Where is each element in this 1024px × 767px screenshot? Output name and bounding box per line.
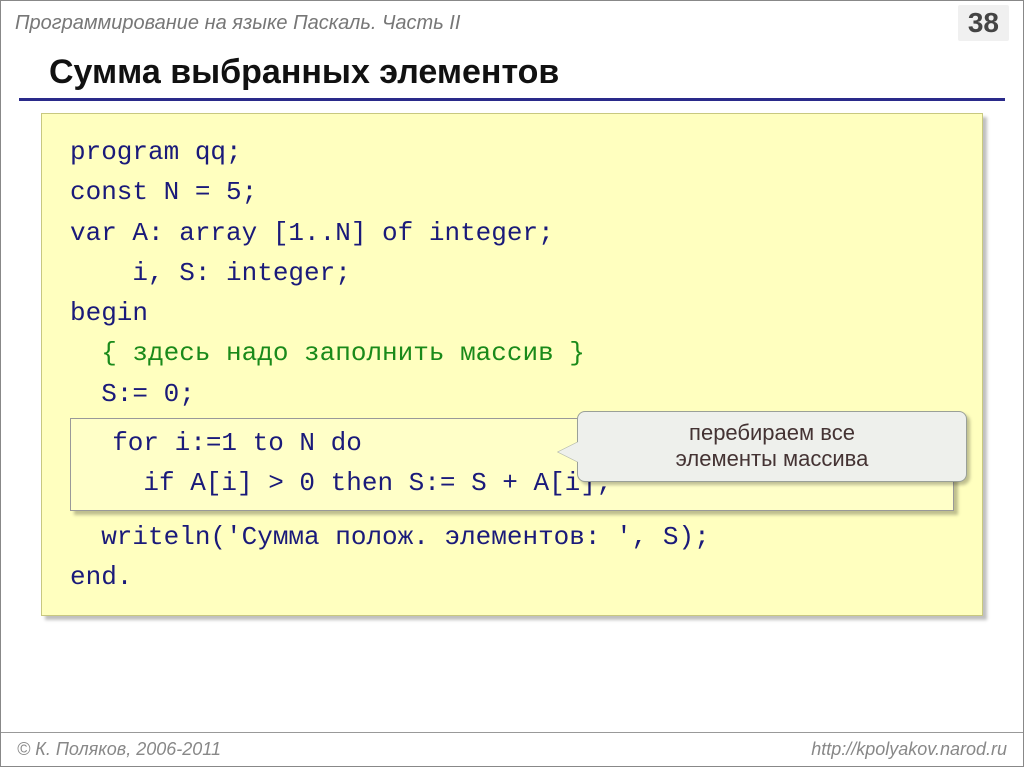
page-number: 38 (958, 5, 1009, 41)
code-line: begin (70, 293, 954, 333)
highlighted-code-block: for i:=1 to N do if A[i] > 0 then S:= S … (70, 418, 954, 511)
code-line: end. (70, 557, 954, 597)
callout-line: перебираем все (689, 420, 855, 445)
callout-line: элементы массива (676, 446, 869, 471)
code-panel: program qq; const N = 5; var A: array [1… (41, 113, 983, 616)
code-line: i, S: integer; (70, 253, 954, 293)
breadcrumb: Программирование на языке Паскаль. Часть… (15, 12, 460, 35)
page-title: Сумма выбранных элементов (19, 47, 1005, 101)
code-line: writeln('Сумма полож. элементов: ', S); (70, 517, 954, 557)
footer-bar: © К. Поляков, 2006-2011 http://kpolyakov… (1, 732, 1023, 766)
callout-tooltip: перебираем все элементы массива (577, 411, 967, 482)
code-line: program qq; (70, 132, 954, 172)
code-line: const N = 5; (70, 172, 954, 212)
footer-author: © К. Поляков, 2006-2011 (17, 739, 221, 760)
code-line: S:= 0; (70, 374, 954, 414)
code-comment: { здесь надо заполнить массив } (70, 333, 954, 373)
code-line: var A: array [1..N] of integer; (70, 213, 954, 253)
header-bar: Программирование на языке Паскаль. Часть… (1, 1, 1023, 45)
footer-url: http://kpolyakov.narod.ru (811, 739, 1007, 760)
